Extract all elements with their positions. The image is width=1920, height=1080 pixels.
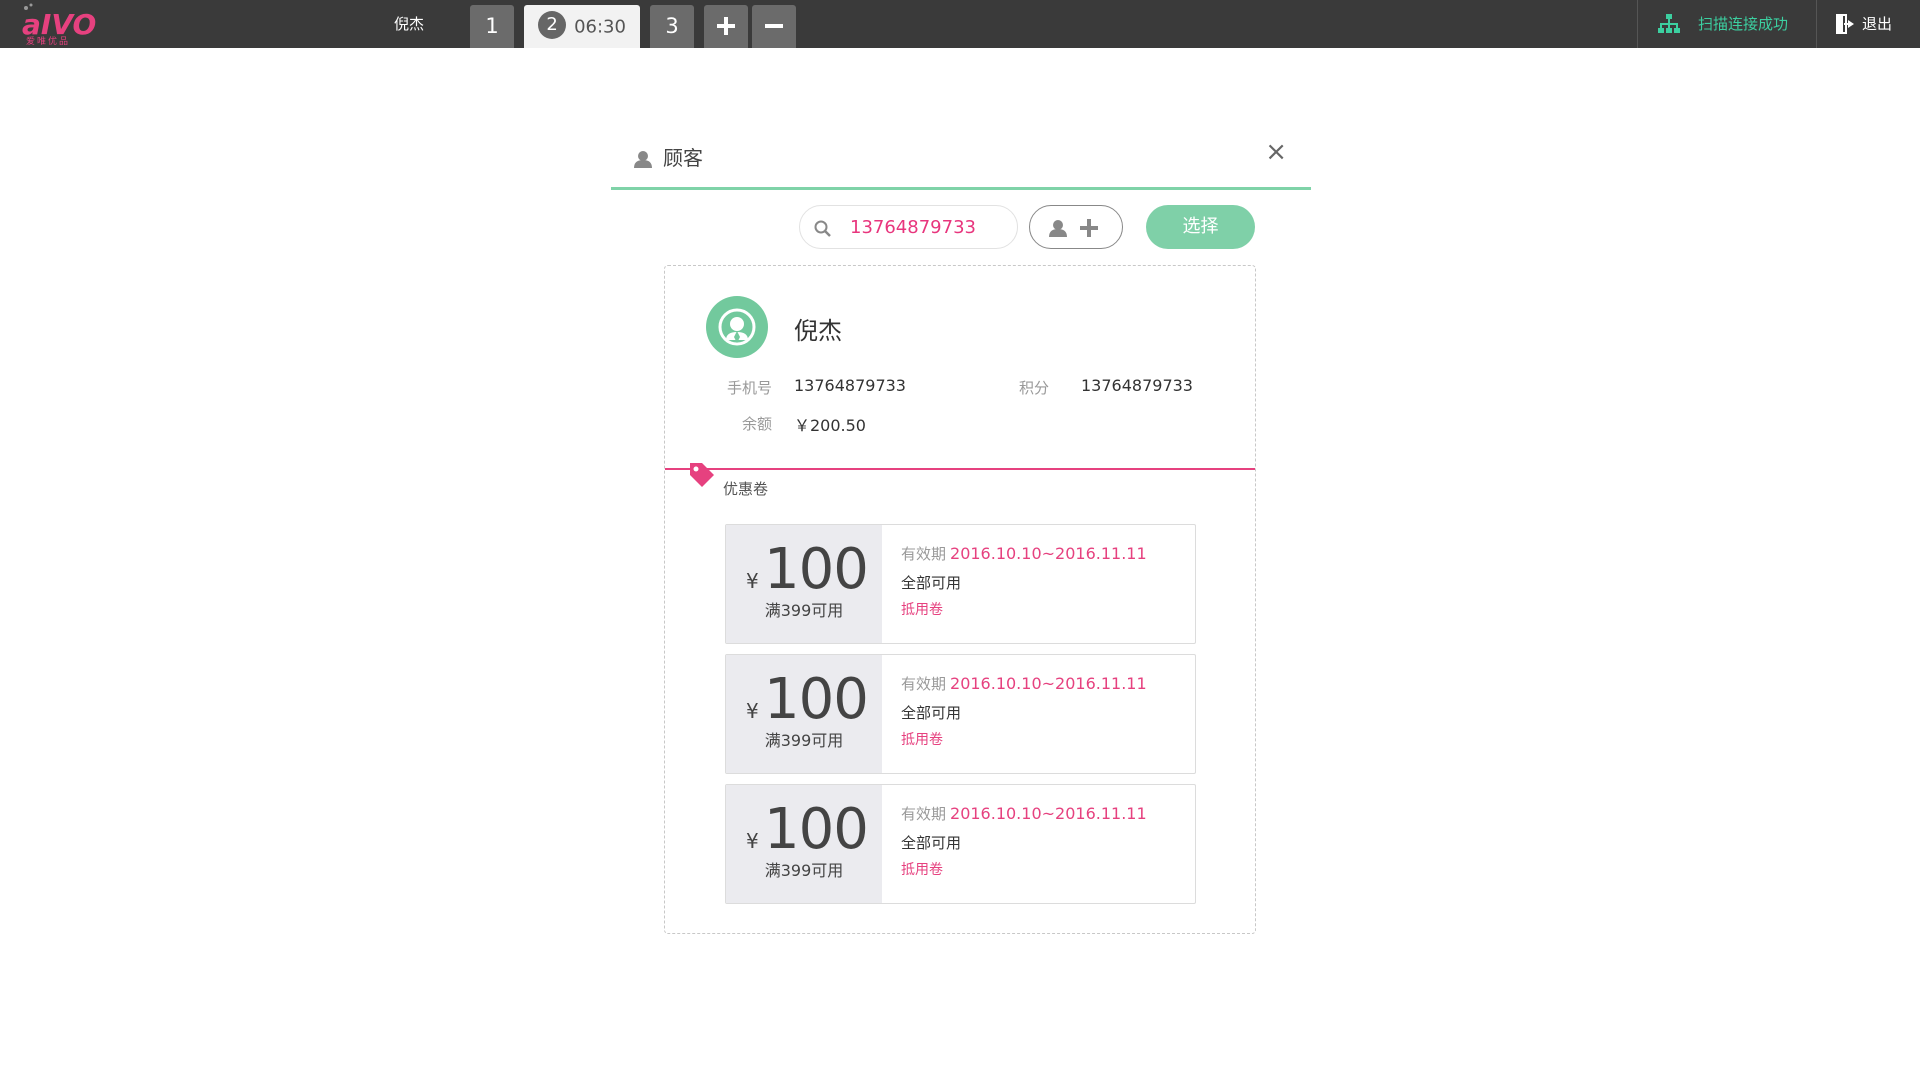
select-button[interactable]: 选择 xyxy=(1146,205,1255,249)
coupon-currency: ¥ xyxy=(746,699,759,723)
points-label: 积分 xyxy=(1018,379,1049,397)
coupon-condition: 满399可用 xyxy=(764,601,844,620)
plus-icon xyxy=(1080,219,1098,237)
coupon-scope: 全部可用 xyxy=(901,574,962,592)
validity-label: 有效期 xyxy=(901,805,947,823)
close-button[interactable]: × xyxy=(1265,138,1287,166)
balance-label: 余额 xyxy=(741,415,772,433)
customer-icon xyxy=(634,151,652,168)
coupon-card[interactable]: ¥ 100 满399可用 有效期 2016.10.10~2016.11.11 全部… xyxy=(725,524,1196,644)
avatar xyxy=(706,296,768,358)
coupon-card[interactable]: ¥ 100 满399可用 有效期 2016.10.10~2016.11.11 全部… xyxy=(725,784,1196,904)
validity-label: 有效期 xyxy=(901,675,947,693)
phone-label: 手机号 xyxy=(726,379,772,397)
search-input[interactable] xyxy=(850,206,1010,248)
coupon-amount: 100 xyxy=(764,667,869,732)
scan-status: 扫描连接成功 xyxy=(1637,0,1817,48)
coupon-type: 抵用卷 xyxy=(901,862,943,878)
coupon-currency: ¥ xyxy=(746,569,759,593)
tab-label: 1 xyxy=(485,14,499,38)
operator-name: 倪杰 xyxy=(394,15,425,33)
tab-label: 3 xyxy=(665,14,679,38)
coupon-amount: 100 xyxy=(764,797,869,862)
tab-order-3[interactable]: 3 xyxy=(650,5,694,48)
tab-label: 2 xyxy=(538,11,567,39)
validity-range: 2016.10.10~2016.11.11 xyxy=(950,674,1147,693)
customer-name: 倪杰 xyxy=(794,317,842,345)
minus-icon xyxy=(765,24,783,28)
brand-logo: aIVO 爱唯优品 xyxy=(20,2,100,47)
logout-icon xyxy=(1836,14,1854,34)
phone-value: 13764879733 xyxy=(794,376,906,395)
coupon-currency: ¥ xyxy=(746,829,759,853)
customer-icon xyxy=(1049,220,1067,237)
tab-order-2[interactable]: 2 06:30 xyxy=(524,5,640,48)
add-customer-button[interactable] xyxy=(1029,205,1123,249)
coupon-amount: 100 xyxy=(764,537,869,602)
logout-label: 退出 xyxy=(1862,15,1893,33)
svg-text:爱唯优品: 爱唯优品 xyxy=(26,35,70,46)
coupon-tag-icon xyxy=(690,463,714,487)
coupon-condition: 满399可用 xyxy=(764,861,844,880)
coupon-card[interactable]: ¥ 100 满399可用 有效期 2016.10.10~2016.11.11 全部… xyxy=(725,654,1196,774)
add-tab-button[interactable] xyxy=(704,5,748,48)
coupon-value-panel: ¥ 100 满399可用 xyxy=(726,785,882,903)
validity-range: 2016.10.10~2016.11.11 xyxy=(950,804,1147,823)
coupon-scope: 全部可用 xyxy=(901,834,962,852)
coupon-type: 抵用卷 xyxy=(901,732,943,748)
coupon-value-panel: ¥ 100 满399可用 xyxy=(726,525,882,643)
coupon-type: 抵用卷 xyxy=(901,602,943,618)
modal-header: 顾客 × xyxy=(611,138,1311,190)
user-avatar-icon xyxy=(718,308,756,346)
plus-icon xyxy=(717,17,735,35)
coupon-value-panel: ¥ 100 满399可用 xyxy=(726,655,882,773)
network-icon xyxy=(1658,14,1680,33)
points-value: 13764879733 xyxy=(1081,376,1193,395)
tab-timer: 06:30 xyxy=(574,16,626,38)
top-bar: aIVO 爱唯优品 倪杰 1 2 06:30 3 扫描连接成功 退出 xyxy=(0,0,1920,48)
coupon-condition: 满399可用 xyxy=(764,731,844,750)
coupon-scope: 全部可用 xyxy=(901,704,962,722)
logout-button[interactable]: 退出 xyxy=(1818,0,1920,48)
coupon-details: 有效期 2016.10.10~2016.11.11 全部可用 抵用卷 xyxy=(901,803,1147,879)
remove-tab-button[interactable] xyxy=(752,5,796,48)
coupon-divider xyxy=(665,468,1255,470)
search-icon xyxy=(814,220,831,237)
coupons-heading: 优惠卷 xyxy=(723,480,769,498)
scan-status-text: 扫描连接成功 xyxy=(1698,15,1789,33)
customer-search[interactable] xyxy=(799,205,1018,249)
customer-card: 倪杰 手机号 13764879733 积分 13764879733 余额 ￥20… xyxy=(664,265,1256,934)
tab-order-1[interactable]: 1 xyxy=(470,5,514,48)
modal-title: 顾客 xyxy=(663,146,703,170)
validity-label: 有效期 xyxy=(901,545,947,563)
coupon-details: 有效期 2016.10.10~2016.11.11 全部可用 抵用卷 xyxy=(901,673,1147,749)
coupon-details: 有效期 2016.10.10~2016.11.11 全部可用 抵用卷 xyxy=(901,543,1147,619)
balance-value: ￥200.50 xyxy=(794,416,866,435)
validity-range: 2016.10.10~2016.11.11 xyxy=(950,544,1147,563)
